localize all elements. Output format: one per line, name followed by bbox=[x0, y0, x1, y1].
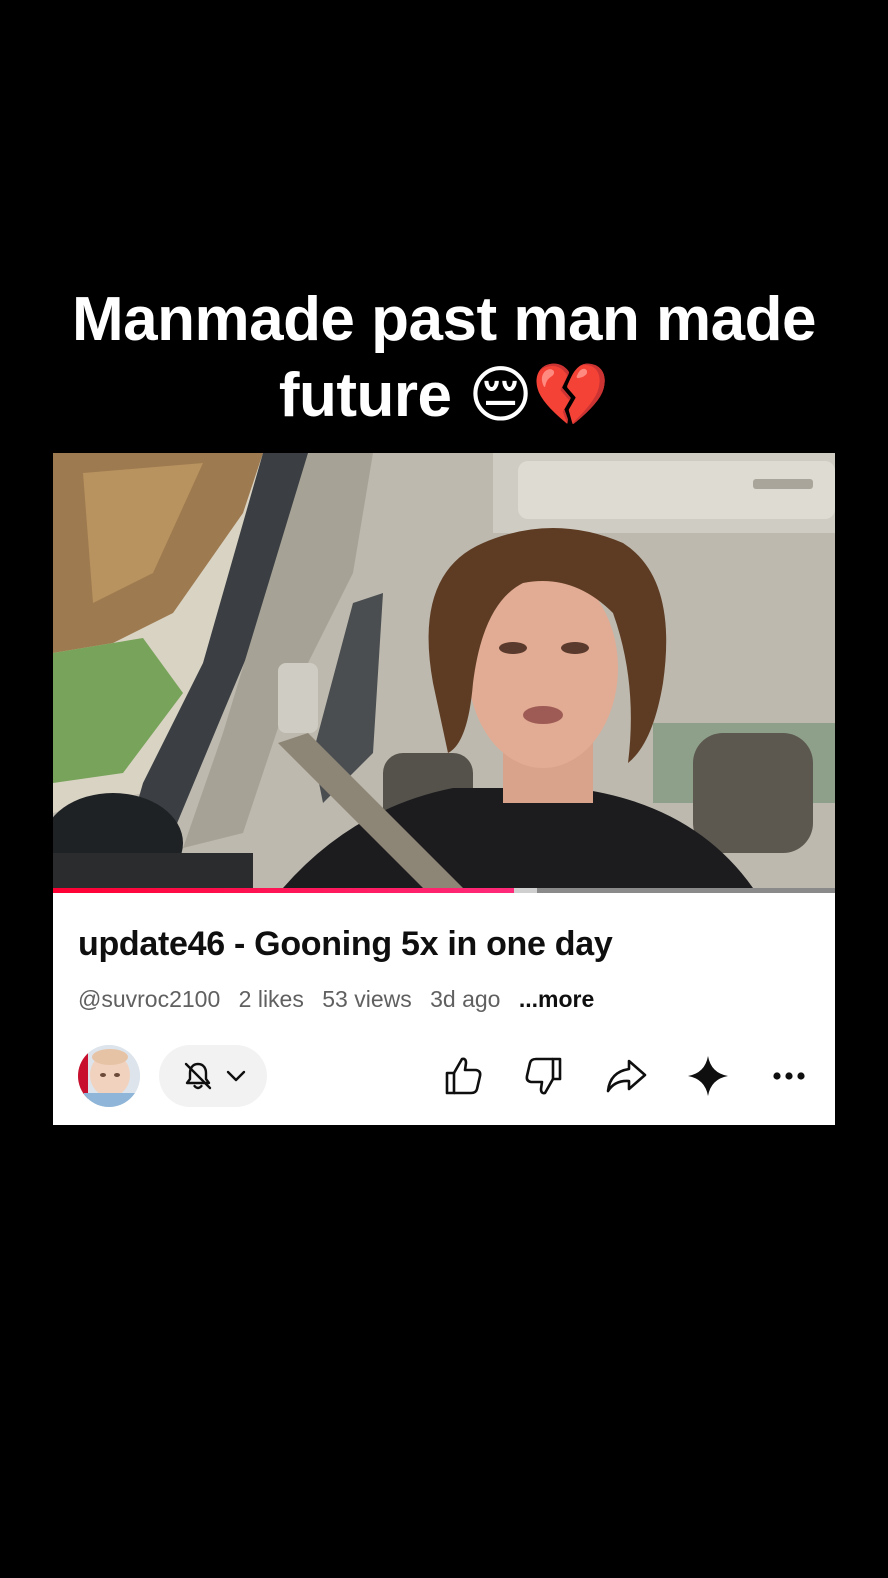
caption-line-2: future 😔💔 bbox=[278, 361, 610, 430]
action-bar bbox=[53, 1043, 835, 1109]
like-icon bbox=[445, 1057, 482, 1095]
sparkle-icon bbox=[688, 1056, 728, 1096]
share-icon bbox=[606, 1059, 647, 1093]
channel-avatar[interactable] bbox=[78, 1045, 140, 1107]
video-info-panel: update46 - Gooning 5x in one day @suvroc… bbox=[53, 893, 835, 1125]
overlay-caption: Manmade past man made future 😔💔 bbox=[40, 282, 848, 434]
share-button[interactable] bbox=[601, 1051, 651, 1101]
dislike-button[interactable] bbox=[519, 1051, 569, 1101]
more-link[interactable]: ...more bbox=[519, 986, 594, 1012]
chevron-down-icon bbox=[225, 1065, 247, 1092]
video-player[interactable] bbox=[53, 453, 835, 888]
upload-age: 3d ago bbox=[430, 986, 501, 1012]
more-icon bbox=[773, 1072, 805, 1080]
screen: Manmade past man made future 😔💔 update46… bbox=[0, 0, 888, 1578]
caption-line-1: Manmade past man made bbox=[71, 285, 817, 354]
video-card: update46 - Gooning 5x in one day @suvroc… bbox=[53, 453, 835, 1125]
video-frame bbox=[53, 453, 835, 888]
subscription-bell-button[interactable] bbox=[159, 1045, 267, 1107]
view-count: 53 views bbox=[322, 986, 412, 1012]
video-meta: @suvroc2100 2 likes 53 views 3d ago ...m… bbox=[78, 986, 606, 1013]
channel-handle[interactable]: @suvroc2100 bbox=[78, 986, 220, 1012]
video-title[interactable]: update46 - Gooning 5x in one day bbox=[78, 925, 613, 964]
bell-off-icon bbox=[181, 1059, 215, 1098]
like-count: 2 likes bbox=[238, 986, 304, 1012]
more-actions-button[interactable] bbox=[765, 1051, 815, 1101]
dislike-icon bbox=[525, 1057, 562, 1095]
ask-ai-button[interactable] bbox=[683, 1051, 733, 1101]
like-button[interactable] bbox=[438, 1051, 488, 1101]
avatar-image bbox=[78, 1045, 140, 1107]
